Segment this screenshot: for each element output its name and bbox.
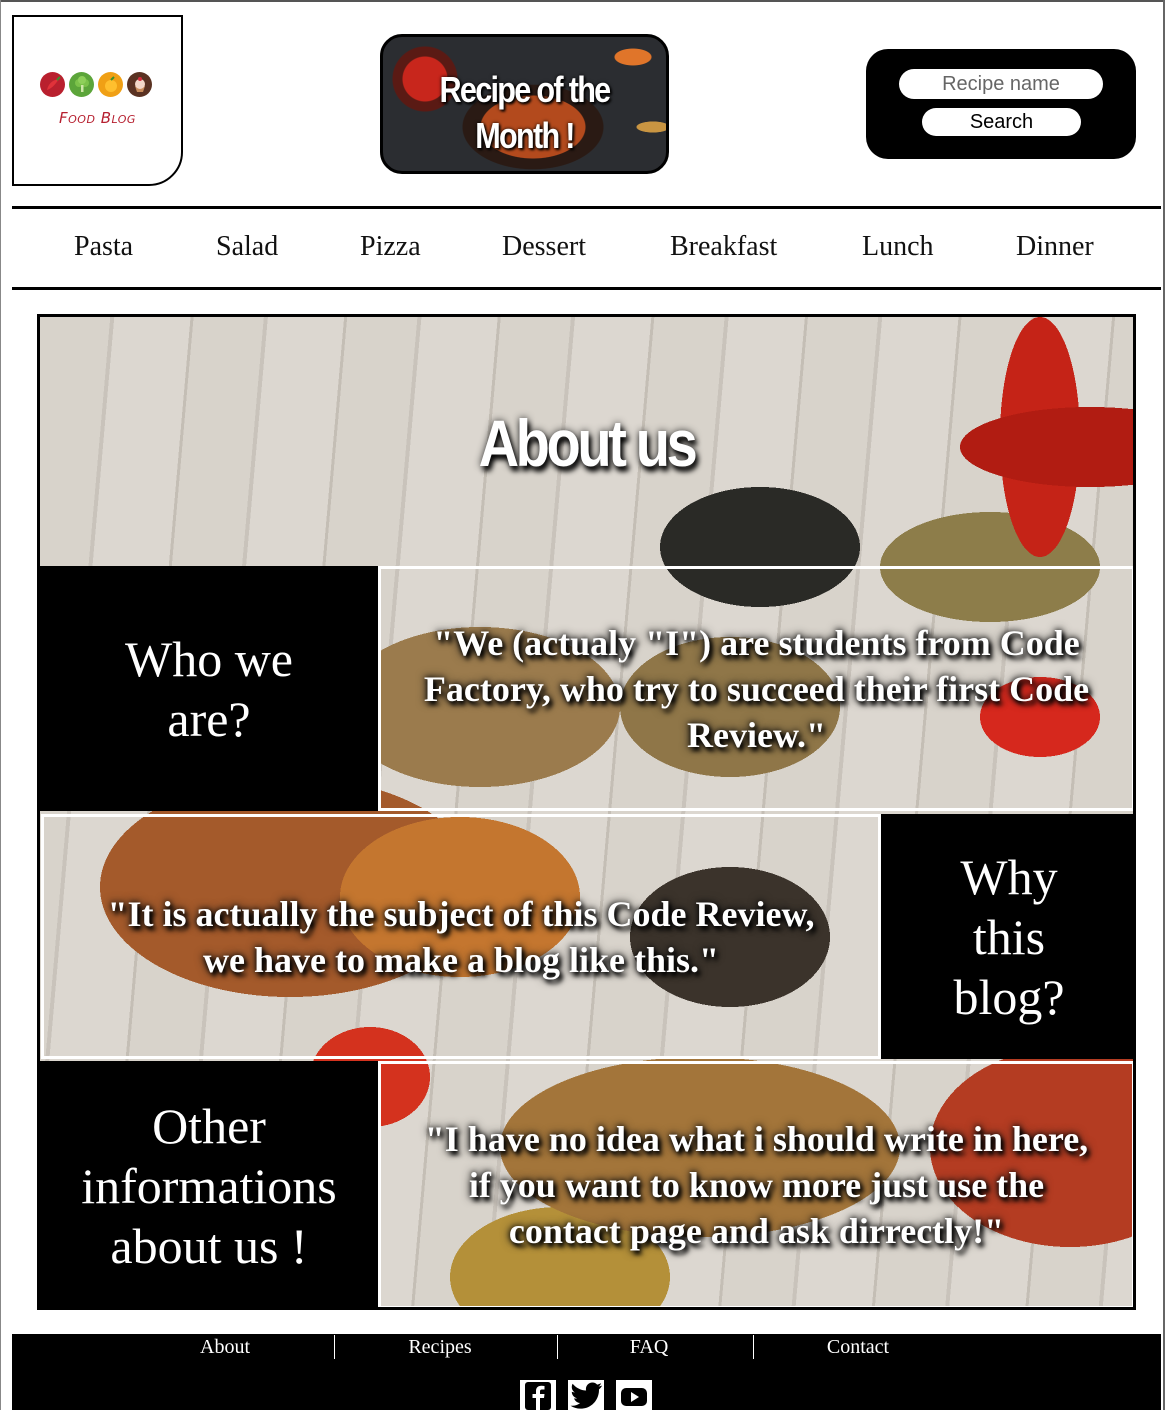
why-this-blog-quote: "It is actually the subject of this Code… [41,814,881,1059]
search-input[interactable] [899,69,1103,99]
top-border [0,0,1165,2]
nav-item-pizza[interactable]: Pizza [360,231,421,263]
nav-item-dinner[interactable]: Dinner [1016,231,1094,263]
footer-link-recipes[interactable]: Recipes [390,1336,490,1359]
other-info-heading-text: Other informations about us ! [81,1098,337,1274]
broccoli-icon [69,72,94,97]
about-section: About us Who we are? "We (actualy "I") a… [37,314,1136,1310]
footer-link-contact[interactable]: Contact [808,1336,908,1359]
other-info-quote-text: "I have no idea what i should write in h… [424,1119,1089,1251]
logo-text: Food Blog [59,109,136,127]
facebook-icon[interactable] [518,1378,558,1410]
other-info-quote: "I have no idea what i should write in h… [378,1061,1133,1307]
recipe-of-the-month-banner[interactable]: Recipe of the Month ! [380,34,669,174]
footer-divider [557,1335,558,1359]
why-this-blog-quote-text: "It is actually the subject of this Code… [107,893,815,980]
nav-item-pasta[interactable]: Pasta [74,231,133,263]
why-this-blog-heading-text: Why this blog? [953,848,1065,1025]
twitter-icon[interactable] [566,1378,606,1410]
about-title: About us [478,406,698,480]
why-this-blog-heading: Why this blog? [881,814,1133,1059]
footer-divider [753,1335,754,1359]
who-we-are-heading-text: Who we are? [125,630,293,747]
footer-link-about[interactable]: About [175,1336,275,1359]
recipe-of-the-month-title: Recipe of the Month ! [439,69,611,156]
footer-divider [334,1335,335,1359]
site-logo[interactable]: Food Blog [12,15,183,186]
nav-item-dessert[interactable]: Dessert [502,231,586,263]
who-we-are-heading: Who we are? [40,566,378,811]
category-nav: Pasta Salad Pizza Dessert Breakfast Lunc… [12,206,1161,290]
pepper-icon [40,72,65,97]
other-info-heading: Other informations about us ! [40,1061,378,1307]
cupcake-icon [127,72,152,97]
page-left-edge [0,0,1,1410]
footer-link-faq[interactable]: FAQ [599,1336,699,1359]
search-panel: Search [866,49,1136,159]
nav-item-salad[interactable]: Salad [216,231,278,263]
logo-icons [40,72,152,97]
site-footer: About Recipes FAQ Contact [12,1334,1161,1410]
orange-icon [98,72,123,97]
who-we-are-quote-text: "We (actualy "I") are students from Code… [423,622,1090,755]
who-we-are-quote: "We (actualy "I") are students from Code… [378,566,1133,811]
search-button[interactable]: Search [922,108,1081,136]
nav-item-lunch[interactable]: Lunch [862,231,934,263]
youtube-icon[interactable] [614,1378,654,1410]
nav-item-breakfast[interactable]: Breakfast [670,231,777,263]
